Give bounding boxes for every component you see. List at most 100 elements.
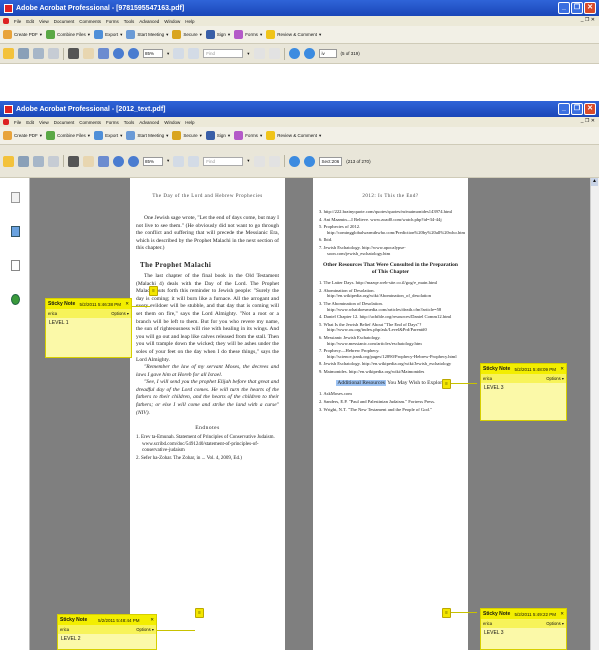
sticky-note-header[interactable]: Sticky Note 5/2/2011 5:48:09 PM ✕	[481, 364, 566, 374]
find-input[interactable]: Find	[203, 49, 244, 58]
page-number-input[interactable]: Sect:206	[318, 156, 343, 166]
create-pdf-button[interactable]: Create PDF ▾	[3, 30, 42, 39]
close-button[interactable]: ✕	[584, 103, 596, 115]
menu-view[interactable]: View	[39, 120, 49, 125]
find-dropdown-icon[interactable]: ▾	[247, 158, 249, 164]
start-meeting-button[interactable]: Start Meeting ▾	[126, 30, 168, 39]
sticky-note-text[interactable]: LEVEL 3	[481, 383, 566, 420]
forms-button[interactable]: Forms ▾	[234, 131, 262, 140]
zoom-out-icon[interactable]	[113, 48, 124, 59]
menu-document[interactable]: Document	[54, 120, 75, 125]
options-menu[interactable]: Options ▾	[111, 311, 129, 316]
combine-files-button[interactable]: Combine Files ▾	[46, 131, 90, 140]
sticky-note-icon[interactable]: ≡	[195, 608, 204, 618]
vertical-scrollbar[interactable]: ▲	[590, 178, 599, 650]
pages-icon[interactable]	[11, 192, 20, 203]
secure-button[interactable]: Secure ▾	[172, 131, 202, 140]
sticky-note-text[interactable]: LEVEL 3	[481, 628, 566, 649]
menu-window[interactable]: Window	[164, 120, 180, 125]
sticky-note-header[interactable]: Sticky Note 5/2/2011 5:46:38 PM ✕	[46, 299, 131, 309]
close-icon[interactable]: ✕	[560, 611, 564, 617]
menu-comments[interactable]: Comments	[79, 120, 101, 125]
start-meeting-button[interactable]: Start Meeting ▾	[126, 131, 168, 140]
minimize-button[interactable]: _	[558, 103, 570, 115]
close-icon[interactable]: ✕	[125, 301, 129, 307]
sticky-note-popup[interactable]: Sticky Note 5/2/2011 5:49:22 PM ✕ erica …	[480, 608, 567, 650]
sticky-note-icon[interactable]: ≡	[442, 608, 451, 618]
secure-button[interactable]: Secure ▾	[172, 30, 202, 39]
menu-file[interactable]: File	[14, 120, 21, 125]
mdi-controls[interactable]: _ ❐ ✕	[581, 17, 595, 23]
zoom-tool-icon[interactable]	[98, 48, 109, 59]
open-folder-icon[interactable]	[3, 48, 14, 59]
email-icon[interactable]	[48, 155, 59, 167]
print-icon[interactable]	[18, 155, 29, 167]
zoom-in-icon[interactable]	[128, 48, 139, 59]
sticky-note-popup[interactable]: Sticky Note 5/2/2011 5:48:09 PM ✕ erica …	[480, 363, 567, 421]
save-icon[interactable]	[33, 155, 44, 167]
menu-help[interactable]: Help	[185, 19, 194, 24]
hand-tool-icon[interactable]	[83, 155, 94, 167]
zoom-dropdown-icon[interactable]: ▾	[167, 51, 169, 57]
forms-button[interactable]: Forms ▾	[234, 30, 262, 39]
hand-tool-icon[interactable]	[83, 48, 94, 59]
menu-advanced[interactable]: Advanced	[139, 19, 159, 24]
menu-edit[interactable]: Edit	[26, 19, 34, 24]
zoom-out-icon[interactable]	[113, 155, 124, 167]
export-button[interactable]: Export ▾	[94, 30, 122, 39]
previous-page-icon[interactable]	[288, 48, 300, 59]
first-page-icon[interactable]	[253, 48, 265, 59]
menu-view[interactable]: View	[39, 19, 49, 24]
email-icon[interactable]	[48, 48, 59, 59]
zoom-field[interactable]: 85%	[143, 49, 163, 58]
combine-files-button[interactable]: Combine Files ▾	[46, 30, 90, 39]
export-button[interactable]: Export ▾	[94, 131, 122, 140]
sticky-note-text[interactable]: LEVEL 2	[58, 634, 156, 649]
menu-advanced[interactable]: Advanced	[139, 120, 159, 125]
highlight[interactable]: Additional Resources	[336, 380, 386, 387]
open-folder-icon[interactable]	[3, 155, 14, 167]
sticky-note-header[interactable]: Sticky Note 5/2/2011 5:49:22 PM ✕	[481, 609, 566, 619]
signatures-icon[interactable]	[11, 260, 20, 271]
scroll-up-icon[interactable]: ▲	[591, 178, 598, 186]
menu-edit[interactable]: Edit	[26, 120, 34, 125]
find-dropdown-icon[interactable]: ▾	[247, 51, 249, 57]
sticky-note-header[interactable]: Sticky Note 5/2/2011 5:48:44 PM ✕	[58, 615, 156, 625]
save-icon[interactable]	[33, 48, 44, 59]
menu-forms[interactable]: Forms	[106, 120, 119, 125]
menu-window[interactable]: Window	[164, 19, 180, 24]
options-menu[interactable]: Options ▾	[546, 621, 564, 626]
fit-width-icon[interactable]	[188, 48, 200, 59]
previous-page-icon[interactable]	[288, 155, 300, 167]
close-button[interactable]: ✕	[584, 2, 596, 14]
last-page-icon[interactable]	[268, 155, 280, 167]
menu-tools[interactable]: Tools	[124, 19, 135, 24]
options-menu[interactable]: Options ▾	[546, 376, 564, 381]
menu-tools[interactable]: Tools	[124, 120, 135, 125]
menu-comments[interactable]: Comments	[79, 19, 101, 24]
zoom-in-icon[interactable]	[128, 155, 139, 167]
sticky-note-icon[interactable]: ≡	[149, 286, 158, 296]
sticky-note-icon[interactable]: ≡	[442, 379, 451, 389]
next-page-icon[interactable]	[303, 48, 315, 59]
zoom-dropdown-icon[interactable]: ▾	[167, 158, 169, 164]
first-page-icon[interactable]	[253, 155, 265, 167]
restore-button[interactable]: ❐	[571, 103, 583, 115]
restore-button[interactable]: ❐	[571, 2, 583, 14]
fit-width-icon[interactable]	[188, 155, 200, 167]
sign-button[interactable]: Sign ▾	[205, 131, 230, 140]
select-tool-icon[interactable]	[68, 155, 79, 167]
sign-button[interactable]: Sign ▾	[205, 30, 230, 39]
minimize-button[interactable]: _	[558, 2, 570, 14]
print-icon[interactable]	[18, 48, 29, 59]
options-menu[interactable]: Options ▾	[136, 627, 154, 632]
next-page-icon[interactable]	[303, 155, 315, 167]
bookmarks-icon[interactable]	[11, 226, 20, 237]
sticky-note-popup[interactable]: Sticky Note 5/2/2011 5:48:44 PM ✕ erica …	[57, 614, 157, 650]
last-page-icon[interactable]	[268, 48, 280, 59]
sticky-note-text[interactable]: LEVEL 1	[46, 318, 131, 357]
page-number-input[interactable]: iv	[318, 49, 337, 58]
zoom-tool-icon[interactable]	[98, 155, 109, 167]
select-tool-icon[interactable]	[68, 48, 79, 59]
menu-forms[interactable]: Forms	[106, 19, 119, 24]
